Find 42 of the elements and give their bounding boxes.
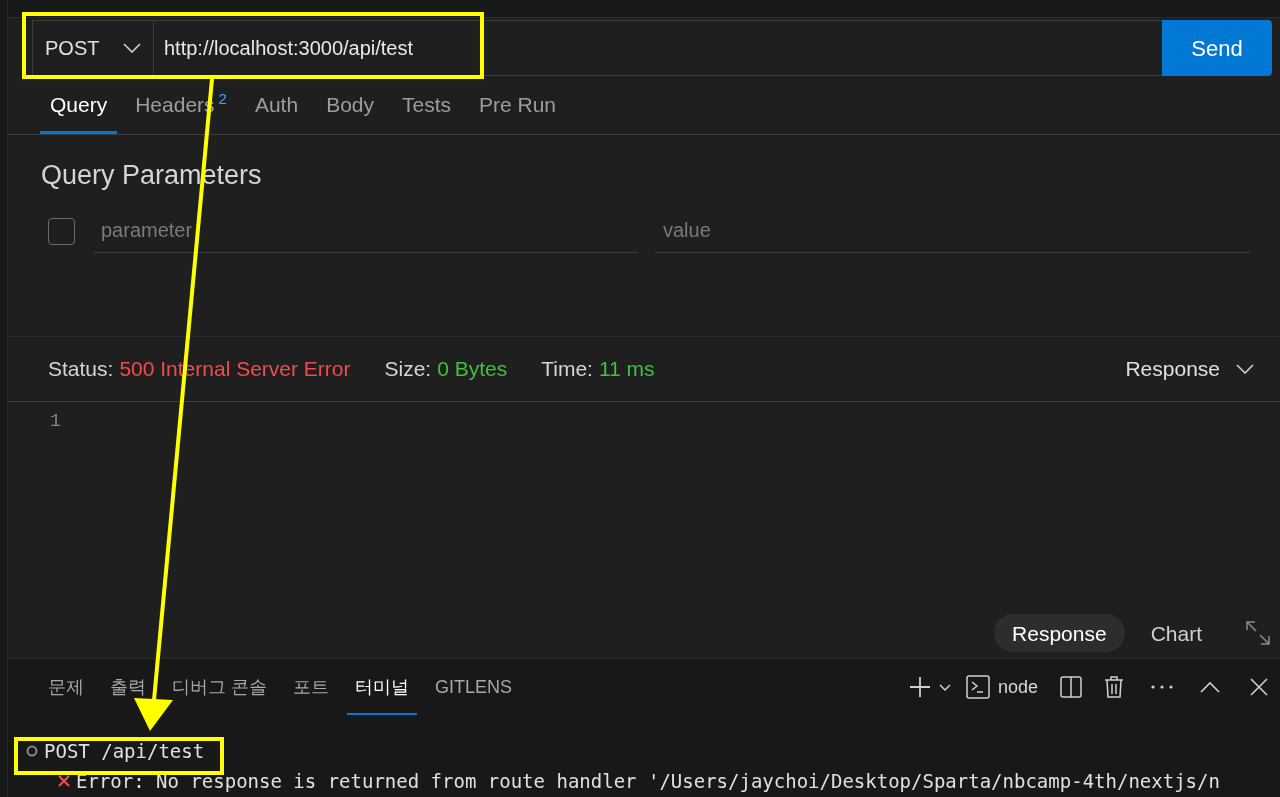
status-circle-icon bbox=[26, 745, 38, 757]
response-view-dropdown[interactable]: Response bbox=[1125, 353, 1254, 385]
tab[interactable]: Body bbox=[316, 76, 384, 135]
terminal-icon[interactable] bbox=[965, 675, 990, 699]
panel-tab[interactable]: GITLENS bbox=[427, 659, 521, 715]
count-label: 2 bbox=[218, 91, 227, 108]
line-number: 1 bbox=[50, 410, 62, 434]
value-field[interactable]: value bbox=[655, 209, 1250, 254]
add-terminal-icon[interactable] bbox=[907, 675, 932, 699]
trash-icon[interactable] bbox=[1104, 676, 1124, 698]
tab[interactable]: Pre Run bbox=[469, 76, 567, 135]
terminal-line: Error: No response is returned from route handler '/Users/jaychoi/Desktop/Sparta/nbcamp-4th/nextjs/n bbox=[76, 771, 1220, 791]
tab[interactable]: Query bbox=[40, 76, 118, 135]
more-icon[interactable] bbox=[1150, 684, 1174, 690]
url-field[interactable]: http://localhost:3000/api/test bbox=[154, 20, 1162, 77]
checkbox[interactable] bbox=[48, 217, 75, 245]
view-toggle[interactable]: Chart bbox=[1132, 614, 1220, 653]
stat-label: Size: bbox=[384, 356, 432, 383]
parameter-field[interactable]: parameter bbox=[93, 209, 637, 254]
tab[interactable]: Tests bbox=[392, 76, 461, 135]
shell-label[interactable]: node bbox=[997, 673, 1038, 701]
panel-tab[interactable]: 포트 bbox=[285, 659, 337, 715]
tab[interactable]: Auth bbox=[244, 76, 309, 135]
view-toggle[interactable]: Response bbox=[994, 614, 1125, 653]
terminal-line: POST /api/test bbox=[44, 741, 205, 761]
stat-label: Time: bbox=[541, 356, 593, 383]
stat-label: Status: bbox=[48, 356, 114, 383]
chevron-down-icon bbox=[123, 43, 141, 54]
panel-tab[interactable]: 출력 bbox=[102, 659, 154, 715]
close-icon[interactable] bbox=[1250, 678, 1268, 696]
stat-value: 11 ms bbox=[598, 356, 655, 383]
error-icon bbox=[58, 775, 70, 787]
panel-tab[interactable]: 문제 bbox=[40, 659, 92, 715]
chevron-down-icon bbox=[1236, 364, 1254, 375]
method-dropdown[interactable]: POST bbox=[32, 20, 154, 77]
panel-tab[interactable]: 터미널 bbox=[347, 659, 417, 715]
stat-value: 0 Bytes bbox=[437, 356, 508, 383]
expand-icon[interactable] bbox=[1244, 619, 1272, 648]
panel-tab[interactable]: 디버그 콘솔 bbox=[164, 659, 275, 715]
chevron-up-icon[interactable] bbox=[1200, 681, 1220, 693]
send-button[interactable]: Send bbox=[1162, 20, 1272, 77]
split-icon[interactable] bbox=[1060, 676, 1082, 698]
